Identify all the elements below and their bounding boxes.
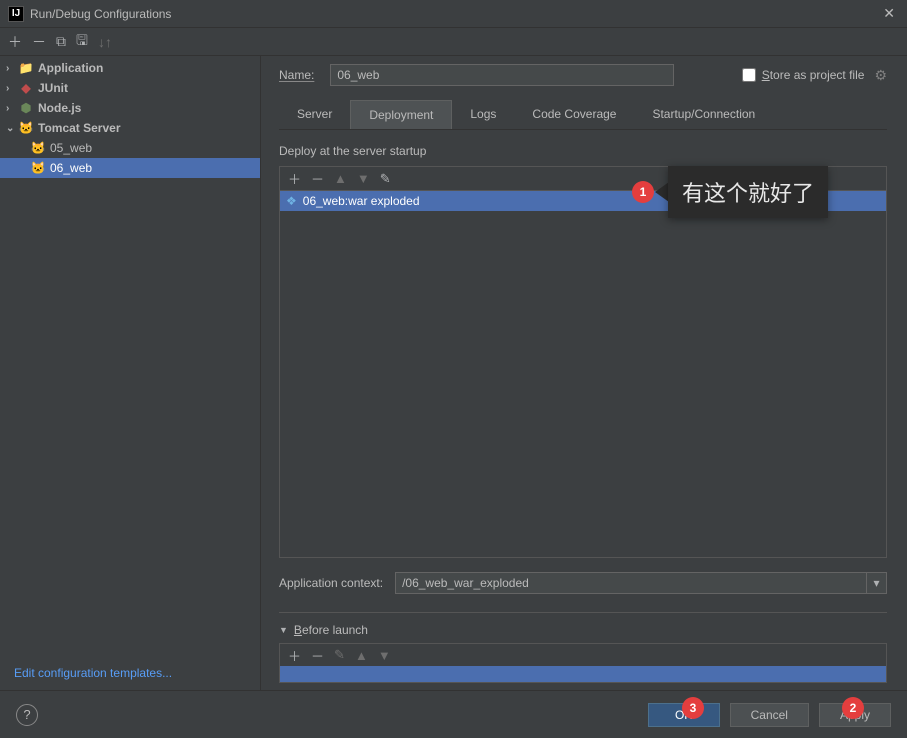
before-launch-toolbar: ＋ － ✎ ▲ ▼ <box>280 644 886 666</box>
annotation-tail <box>655 182 669 202</box>
tree-label: 06_web <box>50 161 92 175</box>
tree-node-application[interactable]: › 📁 Application <box>0 58 260 78</box>
app-icon: IJ <box>8 6 24 22</box>
store-checkbox[interactable] <box>742 68 756 82</box>
up-icon: ▲ <box>355 648 368 663</box>
name-label: Name: <box>279 68 314 82</box>
tree-leaf-05-web[interactable]: 🐱 05_web <box>0 138 260 158</box>
edit-icon: ✎ <box>334 647 345 663</box>
content-pane: Name: Store as project file ⚙ Server Dep… <box>261 56 907 690</box>
annotation-badge-3: 3 <box>682 697 704 719</box>
chevron-right-icon: › <box>6 83 18 94</box>
up-icon: ▲ <box>334 171 347 186</box>
deploy-heading: Deploy at the server startup <box>279 144 887 158</box>
deploy-list[interactable]: ❖ 06_web:war exploded <box>280 191 886 557</box>
chevron-down-icon[interactable]: ▾ <box>866 573 886 593</box>
annotation-badge-2: 2 <box>842 697 864 719</box>
chevron-right-icon: › <box>6 103 18 114</box>
save-template-icon[interactable]: 🖫 <box>76 30 88 54</box>
run-config-icon: 🐱 <box>30 160 46 176</box>
tab-logs[interactable]: Logs <box>452 100 514 129</box>
junit-icon: ◆ <box>18 80 34 96</box>
close-icon[interactable]: ✕ <box>879 5 899 22</box>
before-launch-heading[interactable]: ▼ Before launch <box>279 623 887 637</box>
gear-icon[interactable]: ⚙ <box>874 67 887 84</box>
tree-label: Tomcat Server <box>38 121 120 135</box>
title-bar: IJ Run/Debug Configurations ✕ <box>0 0 907 28</box>
help-button[interactable]: ? <box>16 704 38 726</box>
before-launch-selected-row[interactable] <box>280 666 886 682</box>
sidebar-toolbar: ＋ － ⧉ 🖫 ↓↑ <box>0 28 907 56</box>
app-context-label: Application context: <box>279 576 383 590</box>
before-launch-box: ＋ － ✎ ▲ ▼ <box>279 643 887 683</box>
tree-label: Application <box>38 61 103 75</box>
bottom-bar: ? OK Cancel Apply <box>0 690 907 738</box>
chevron-right-icon: › <box>6 63 18 74</box>
copy-icon[interactable]: ⧉ <box>56 33 66 50</box>
config-tree-sidebar: › 📁 Application › ◆ JUnit › ⬢ Node.js ⌄ … <box>0 56 261 690</box>
edit-templates-link[interactable]: Edit configuration templates... <box>0 656 260 690</box>
tree-leaf-06-web[interactable]: 🐱 06_web <box>0 158 260 178</box>
down-icon: ▼ <box>378 648 391 663</box>
down-icon: ▼ <box>357 171 370 186</box>
node-icon: ⬢ <box>18 100 34 116</box>
name-input[interactable] <box>330 64 674 86</box>
tab-startup-connection[interactable]: Startup/Connection <box>634 100 773 129</box>
run-config-icon: 🐱 <box>30 140 46 156</box>
sort-icon[interactable]: ↓↑ <box>98 34 112 50</box>
tree-label: 05_web <box>50 141 92 155</box>
store-as-project-file[interactable]: Store as project file ⚙ <box>742 67 887 84</box>
edit-icon[interactable]: ✎ <box>380 171 391 187</box>
app-context-combo[interactable]: ▾ <box>395 572 887 594</box>
tab-deployment[interactable]: Deployment <box>350 100 452 129</box>
annotation-callout-1: 有这个就好了 <box>668 166 828 218</box>
add-icon[interactable]: ＋ <box>288 646 301 665</box>
chevron-down-icon: ⌄ <box>6 123 18 134</box>
deploy-list-box: ＋ － ▲ ▼ ✎ ❖ 06_web:war exploded <box>279 166 887 558</box>
store-label: Store as project file <box>762 68 865 82</box>
tabs: Server Deployment Logs Code Coverage Sta… <box>279 100 887 130</box>
artifact-icon: ❖ <box>286 194 297 208</box>
tree-node-junit[interactable]: › ◆ JUnit <box>0 78 260 98</box>
remove-icon[interactable]: － <box>311 169 324 188</box>
app-context-row: Application context: ▾ <box>279 572 887 594</box>
tomcat-icon: 🐱 <box>18 120 34 136</box>
tab-server[interactable]: Server <box>279 100 350 129</box>
config-tree: › 📁 Application › ◆ JUnit › ⬢ Node.js ⌄ … <box>0 56 260 656</box>
deploy-item-label: 06_web:war exploded <box>303 194 420 208</box>
app-context-input[interactable] <box>396 573 866 593</box>
add-icon[interactable]: ＋ <box>288 169 301 188</box>
remove-icon[interactable]: － <box>32 32 46 52</box>
folder-icon: 📁 <box>18 60 34 76</box>
tree-label: JUnit <box>38 81 68 95</box>
tab-code-coverage[interactable]: Code Coverage <box>514 100 634 129</box>
tree-node-nodejs[interactable]: › ⬢ Node.js <box>0 98 260 118</box>
remove-icon[interactable]: － <box>311 646 324 665</box>
cancel-button[interactable]: Cancel <box>730 703 809 727</box>
annotation-badge-1: 1 <box>632 181 654 203</box>
tree-label: Node.js <box>38 101 81 115</box>
divider <box>279 612 887 613</box>
name-row: Name: Store as project file ⚙ <box>279 64 887 86</box>
window-title: Run/Debug Configurations <box>30 7 879 21</box>
before-launch-label: Before launch <box>294 623 368 637</box>
tree-node-tomcat[interactable]: ⌄ 🐱 Tomcat Server <box>0 118 260 138</box>
triangle-down-icon: ▼ <box>279 625 288 635</box>
add-icon[interactable]: ＋ <box>8 32 22 52</box>
